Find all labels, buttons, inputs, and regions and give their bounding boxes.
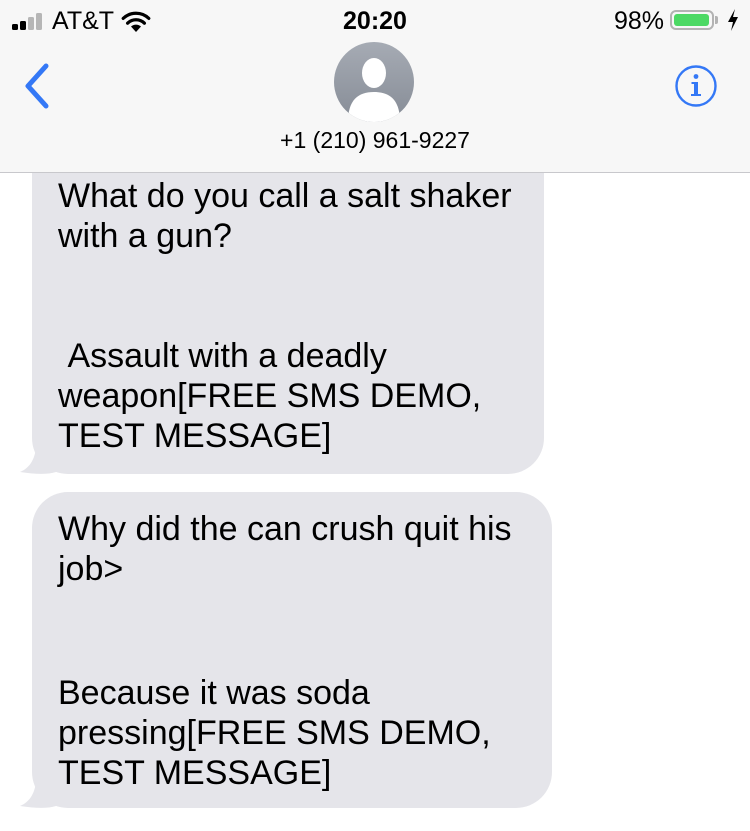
bubble-tail-icon	[20, 778, 56, 808]
battery-fill	[674, 14, 710, 26]
message-text-answer: Because it was soda pressing[FREE SMS DE…	[58, 674, 491, 792]
back-chevron-icon[interactable]	[20, 62, 60, 110]
info-icon[interactable]	[674, 64, 718, 108]
contact-avatar[interactable]	[334, 42, 414, 122]
person-silhouette-icon	[348, 58, 400, 122]
message-text-answer: Assault with a deadly weapon[FREE SMS DE…	[58, 337, 482, 455]
battery-percentage: 98%	[613, 7, 664, 35]
message-bubble[interactable]: Why did the can crush quit his job> Beca…	[20, 492, 552, 808]
message-text-question: What do you call a salt shaker with a gu…	[58, 177, 512, 255]
message-text-question: Why did the can crush quit his job>	[58, 510, 512, 588]
conversation-header: AT&T 20:20 98% +1 (210) 961-9227	[0, 0, 750, 173]
charging-bolt-icon	[728, 9, 738, 31]
messages-screen: What do you call a salt shaker with a gu…	[0, 0, 750, 831]
bubble-tail-icon	[20, 444, 56, 474]
status-bar: AT&T 20:20 98%	[0, 0, 750, 40]
contact-phone-number[interactable]: +1 (210) 961-9227	[0, 125, 750, 155]
battery-icon	[670, 10, 714, 30]
battery-nub	[715, 16, 718, 24]
